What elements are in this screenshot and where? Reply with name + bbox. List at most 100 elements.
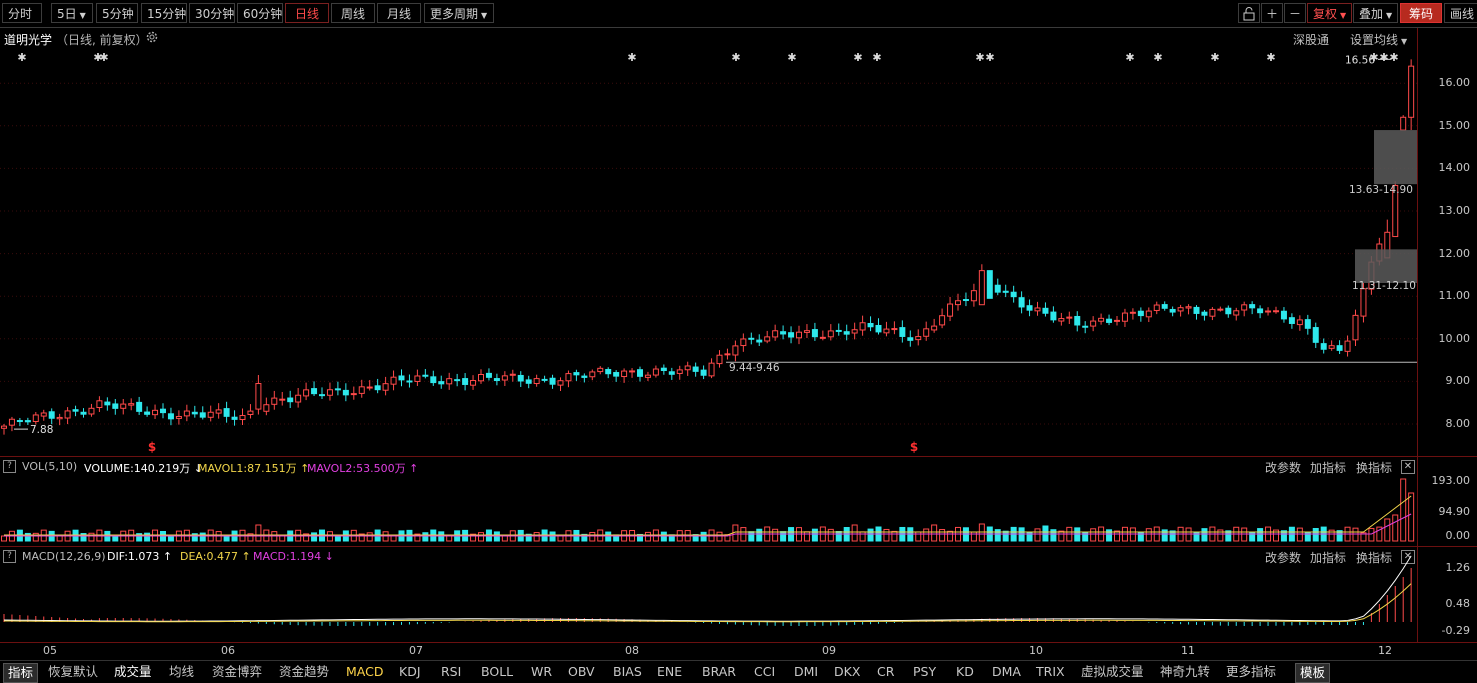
candle-body [1217,308,1224,311]
period-tab-monthly[interactable]: 月线 [377,3,421,23]
indicator-kd[interactable]: KD [956,663,974,681]
period-tab-more-label: 更多周期 [430,7,479,21]
volume-chart[interactable] [0,457,1417,546]
price-tick: 10.00 [1438,331,1471,345]
indicator-volume[interactable]: 成交量 [114,663,152,681]
indicator-bias[interactable]: BIAS [613,663,642,681]
event-marker-icon: ✱ [1369,51,1378,64]
indicator-fund-game[interactable]: 资金博弈 [212,663,262,681]
volume-bar [970,531,977,542]
candle-body [1153,304,1160,311]
candle-body [597,367,604,373]
month-12: 12 [1378,644,1392,657]
gap2-label: 11.31-12.10 [1352,280,1416,292]
indicator-boll[interactable]: BOLL [481,663,513,681]
mavol2-line [4,513,1412,537]
zoom-out-icon[interactable]: － [1284,3,1306,23]
template-button[interactable]: 模板 [1295,663,1331,683]
indicator-rsi[interactable]: RSI [441,663,461,681]
indicator-bar: 指标 恢复默认 成交量 均线 资金博弈 资金趋势 MACD KDJ RSI BO… [0,660,1477,683]
candle-body [454,379,461,382]
indicator-ma[interactable]: 均线 [169,663,194,681]
indicator-reset-default[interactable]: 恢复默认 [48,663,98,681]
candle-body [334,388,341,391]
period-tab-30min[interactable]: 30分钟 [189,3,235,23]
gap-box [1355,249,1417,283]
candle-body [1129,311,1136,314]
month-10: 10 [1029,644,1043,657]
indicator-fund-trend[interactable]: 资金趋势 [279,663,329,681]
candle-body [732,345,739,356]
indicator-psy[interactable]: PSY [913,663,936,681]
indicator-dkx[interactable]: DKX [834,663,860,681]
indicator-wr[interactable]: WR [531,663,552,681]
volume-bar [533,532,540,542]
candle-body [478,373,484,382]
volume-bar [891,530,898,542]
candle-body [319,394,325,397]
candle-body [501,375,508,381]
event-marker-icon: ✱ [1389,51,1398,64]
diejia-dropdown[interactable]: 叠加 ▼ [1353,3,1398,23]
volume-bar [255,524,262,542]
price-pane[interactable]: 道明光学 （日线, 前复权） 深股通 设置均线 ▼ 16.56 7.88 13.63-… [0,28,1417,456]
candle-body [287,397,294,403]
vol-tick-mid: 94.90 [1438,505,1471,518]
period-tab-weekly[interactable]: 周线 [331,3,375,23]
indicator-cr[interactable]: CR [877,663,894,681]
gap-box [1374,130,1417,185]
candle-body [144,411,151,415]
indicator-dmi[interactable]: DMI [794,663,818,681]
fuquan-dropdown[interactable]: 复权 ▼ [1307,3,1352,23]
candle-body [756,339,763,343]
candle-body [80,411,87,415]
volume-bar [1352,527,1359,542]
candle-body [1034,307,1041,312]
period-tab-daily[interactable]: 日线 [285,3,329,23]
volume-bar [748,531,755,542]
indicator-ene[interactable]: ENE [657,663,682,681]
candle-body [422,374,429,377]
volume-bar [931,524,938,542]
indicator-cci[interactable]: CCI [754,663,775,681]
candle-body [541,378,548,381]
candle-body [684,365,691,371]
lock-icon[interactable] [1238,3,1260,23]
candle-body [207,411,214,418]
volume-bar [422,532,429,542]
indicator-virtual-volume[interactable]: 虚拟成交量 [1081,663,1144,681]
period-tab-fenshi[interactable]: 分时 [2,3,42,23]
volume-bar [644,531,651,542]
event-marker-icon: ✱ [17,51,26,64]
macd-chart[interactable] [0,547,1417,642]
period-tab-5min[interactable]: 5分钟 [96,3,138,23]
indicator-obv[interactable]: OBV [568,663,595,681]
indicator-trix[interactable]: TRIX [1036,663,1065,681]
volume-bar [716,531,723,542]
volume-bar [1392,514,1399,542]
period-tab-5day[interactable]: 5日 ▼ [51,3,93,23]
chouma-button[interactable]: 筹码 [1400,3,1442,23]
huaxian-button[interactable]: 画线 [1444,3,1477,23]
candle-body [637,369,643,377]
candle-body [72,409,79,412]
indicator-macd[interactable]: MACD [346,663,383,681]
indicator-kdj[interactable]: KDJ [399,663,421,681]
candle-body [279,398,286,401]
zoom-in-icon[interactable]: ＋ [1261,3,1283,23]
event-marker-icon: ✱ [1210,51,1219,64]
indicator-brar[interactable]: BRAR [702,663,736,681]
month-06: 06 [221,644,235,657]
period-tab-more[interactable]: 更多周期 ▼ [424,3,494,23]
candle-body [247,410,254,415]
candlestick-chart[interactable]: 16.567.8813.63-14.9011.31-12.109.44-9.46… [0,28,1417,456]
indicator-tab-zhibiao[interactable]: 指标 [3,663,39,683]
period-tab-60min[interactable]: 60分钟 [237,3,283,23]
volume-pane[interactable]: ? VOL(5,10) VOLUME:140.219万 ↓ MAVOL1:87.… [0,457,1417,546]
indicator-more[interactable]: 更多指标 [1226,663,1276,681]
indicator-nine-turn[interactable]: 神奇九转 [1160,663,1210,681]
macd-pane[interactable]: ? MACD(12,26,9) DIF:1.073 ↑ DEA:0.477 ↑ … [0,547,1417,642]
candle-body [1336,345,1343,351]
period-tab-15min[interactable]: 15分钟 [141,3,187,23]
indicator-dma[interactable]: DMA [992,663,1021,681]
